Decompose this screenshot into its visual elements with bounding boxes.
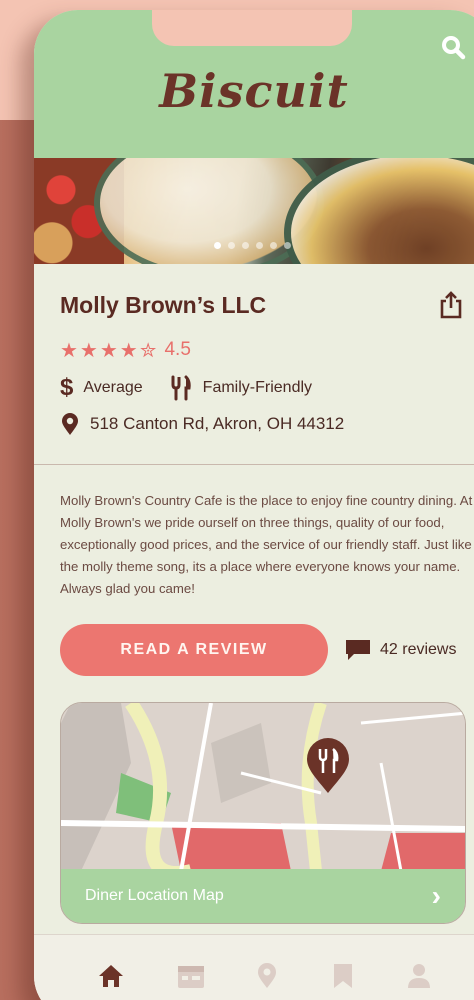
chevron-right-icon: › — [431, 880, 441, 911]
tab-menu[interactable] — [176, 961, 206, 991]
address-text: 518 Canton Rd, Akron, OH 44312 — [90, 414, 345, 433]
chat-bubble-icon — [346, 640, 370, 660]
rating-stars: ★★★★✮ — [60, 338, 159, 362]
search-button[interactable] — [440, 34, 466, 60]
user-icon — [408, 964, 430, 988]
utensils-icon — [171, 375, 191, 401]
search-icon — [442, 36, 466, 60]
carousel-dot[interactable] — [228, 242, 235, 249]
price-level: Average — [83, 379, 143, 396]
home-icon — [99, 965, 123, 987]
location-pin-icon — [62, 413, 78, 435]
map-pin-icon[interactable] — [305, 737, 351, 795]
carousel-dot[interactable] — [214, 242, 221, 249]
phone-screen: Biscuit Molly Brown’s LLC ★★★★✮ 4.5 $ Av… — [34, 10, 474, 1000]
tab-location[interactable] — [252, 961, 282, 991]
carousel-dots — [214, 242, 291, 249]
bottom-tab-bar — [34, 934, 474, 1000]
hero-image-carousel[interactable] — [34, 158, 474, 264]
restaurant-meta: $ Average Family-Friendly — [60, 374, 312, 402]
bookmark-icon — [334, 964, 352, 988]
carousel-dot[interactable] — [284, 242, 291, 249]
restaurant-name: Molly Brown’s LLC — [60, 292, 267, 318]
phone-notch — [152, 10, 352, 46]
divider — [34, 464, 474, 465]
restaurant-description: Molly Brown's Country Cafe is the place … — [60, 493, 473, 596]
reviews-link[interactable]: 42 reviews — [344, 638, 456, 662]
restaurant-address[interactable]: 518 Canton Rd, Akron, OH 44312 — [60, 412, 344, 436]
map-footer[interactable]: Diner Location Map › — [61, 869, 465, 923]
app-header: Biscuit — [34, 10, 474, 158]
share-button[interactable] — [438, 290, 464, 320]
tab-saved[interactable] — [328, 961, 358, 991]
carousel-dot[interactable] — [256, 242, 263, 249]
dollar-icon: $ — [60, 374, 74, 401]
location-pin-icon — [258, 963, 276, 988]
rating-value: 4.5 — [164, 339, 191, 360]
app-logo: Biscuit — [159, 64, 349, 118]
read-review-button[interactable]: READ A REVIEW — [60, 624, 328, 676]
map-label: Diner Location Map — [85, 887, 224, 904]
review-count: 42 reviews — [380, 641, 457, 658]
map-card[interactable]: Diner Location Map › — [60, 702, 466, 924]
rating: ★★★★✮ 4.5 — [60, 338, 191, 362]
share-icon — [440, 291, 462, 319]
map-graphic — [61, 703, 465, 871]
carousel-dot[interactable] — [270, 242, 277, 249]
tab-home[interactable] — [96, 961, 126, 991]
restaurant-category: Family-Friendly — [202, 379, 313, 396]
carousel-dot[interactable] — [242, 242, 249, 249]
calendar-icon — [178, 966, 204, 988]
tab-profile[interactable] — [404, 961, 434, 991]
